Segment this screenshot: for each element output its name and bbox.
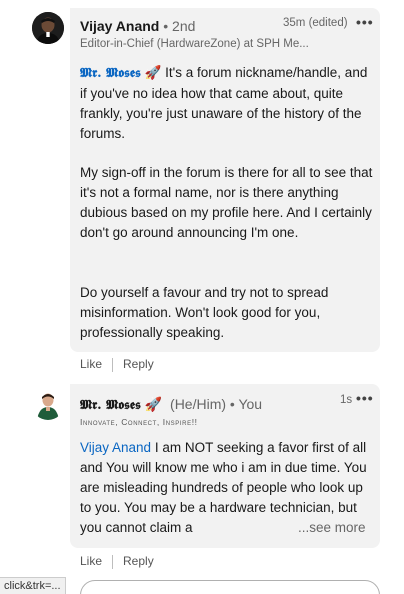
avatar[interactable] <box>32 388 64 420</box>
comment-paragraph-2: My sign-off in the forum is there for al… <box>80 165 373 240</box>
comment-vijay-anand: Vijay Anand • 2nd 35m (edited) ••• Edito… <box>0 0 404 380</box>
author-headline: Editor-in-Chief (HardwareZone) at SPH Me… <box>80 38 309 50</box>
author-name[interactable]: 𝕸𝖗. 𝕸𝖔𝖘𝖊𝖘 <box>80 398 141 413</box>
profile-photo-icon <box>32 12 64 44</box>
avatar[interactable] <box>32 12 64 44</box>
more-options-icon[interactable]: ••• <box>356 14 374 30</box>
reply-input[interactable] <box>80 580 380 594</box>
reply-button[interactable]: Reply <box>123 357 154 371</box>
status-bar-url: click&trk=... <box>0 577 66 594</box>
connection-degree: • 2nd <box>163 18 196 34</box>
reply-button[interactable]: Reply <box>123 554 154 568</box>
divider <box>112 554 114 569</box>
rocket-icon: 🚀 <box>144 396 163 412</box>
divider <box>112 357 114 372</box>
comment-text: 𝕸𝖗. 𝕸𝖔𝖘𝖊𝖘 🚀 It's a forum nickname/handle… <box>80 63 374 144</box>
see-more-wrapper: ...see more <box>288 518 366 538</box>
like-button[interactable]: Like <box>80 357 102 371</box>
author-line: 𝕸𝖗. 𝕸𝖔𝖘𝖊𝖘 🚀 (He/Him) • You <box>80 396 262 413</box>
comment-actions: Like Reply <box>80 357 154 372</box>
comment-timestamp: 35m (edited) <box>283 17 348 29</box>
author-line: Vijay Anand • 2nd <box>80 18 195 34</box>
comment-paragraph-3: Do yourself a favour and try not to spre… <box>80 285 329 340</box>
author-tagline: Innovate, Connect, Inspire!! <box>80 417 198 427</box>
pronouns: (He/Him) <box>170 396 227 412</box>
see-more-link[interactable]: ...see more <box>298 520 366 535</box>
mention-link[interactable]: 𝕸𝖗. 𝕸𝖔𝖘𝖊𝖘 <box>80 66 141 81</box>
mention-link[interactable]: Vijay Anand <box>80 440 151 455</box>
you-badge: • You <box>229 396 263 412</box>
comment-mr-moses: 𝕸𝖗. 𝕸𝖔𝖘𝖊𝖘 🚀 (He/Him) • You 1s ••• Innova… <box>0 380 404 580</box>
like-button[interactable]: Like <box>80 554 102 568</box>
comment-timestamp: 1s <box>340 394 353 406</box>
comment-bubble: Vijay Anand • 2nd 35m (edited) ••• Edito… <box>70 8 380 352</box>
rocket-icon: 🚀 <box>144 65 162 80</box>
author-name[interactable]: Vijay Anand <box>80 18 159 34</box>
comment-bubble: 𝕸𝖗. 𝕸𝖔𝖘𝖊𝖘 🚀 (He/Him) • You 1s ••• Innova… <box>70 384 380 548</box>
profile-photo-icon <box>32 388 64 420</box>
more-options-icon[interactable]: ••• <box>356 390 374 406</box>
comment-actions: Like Reply <box>80 554 154 569</box>
